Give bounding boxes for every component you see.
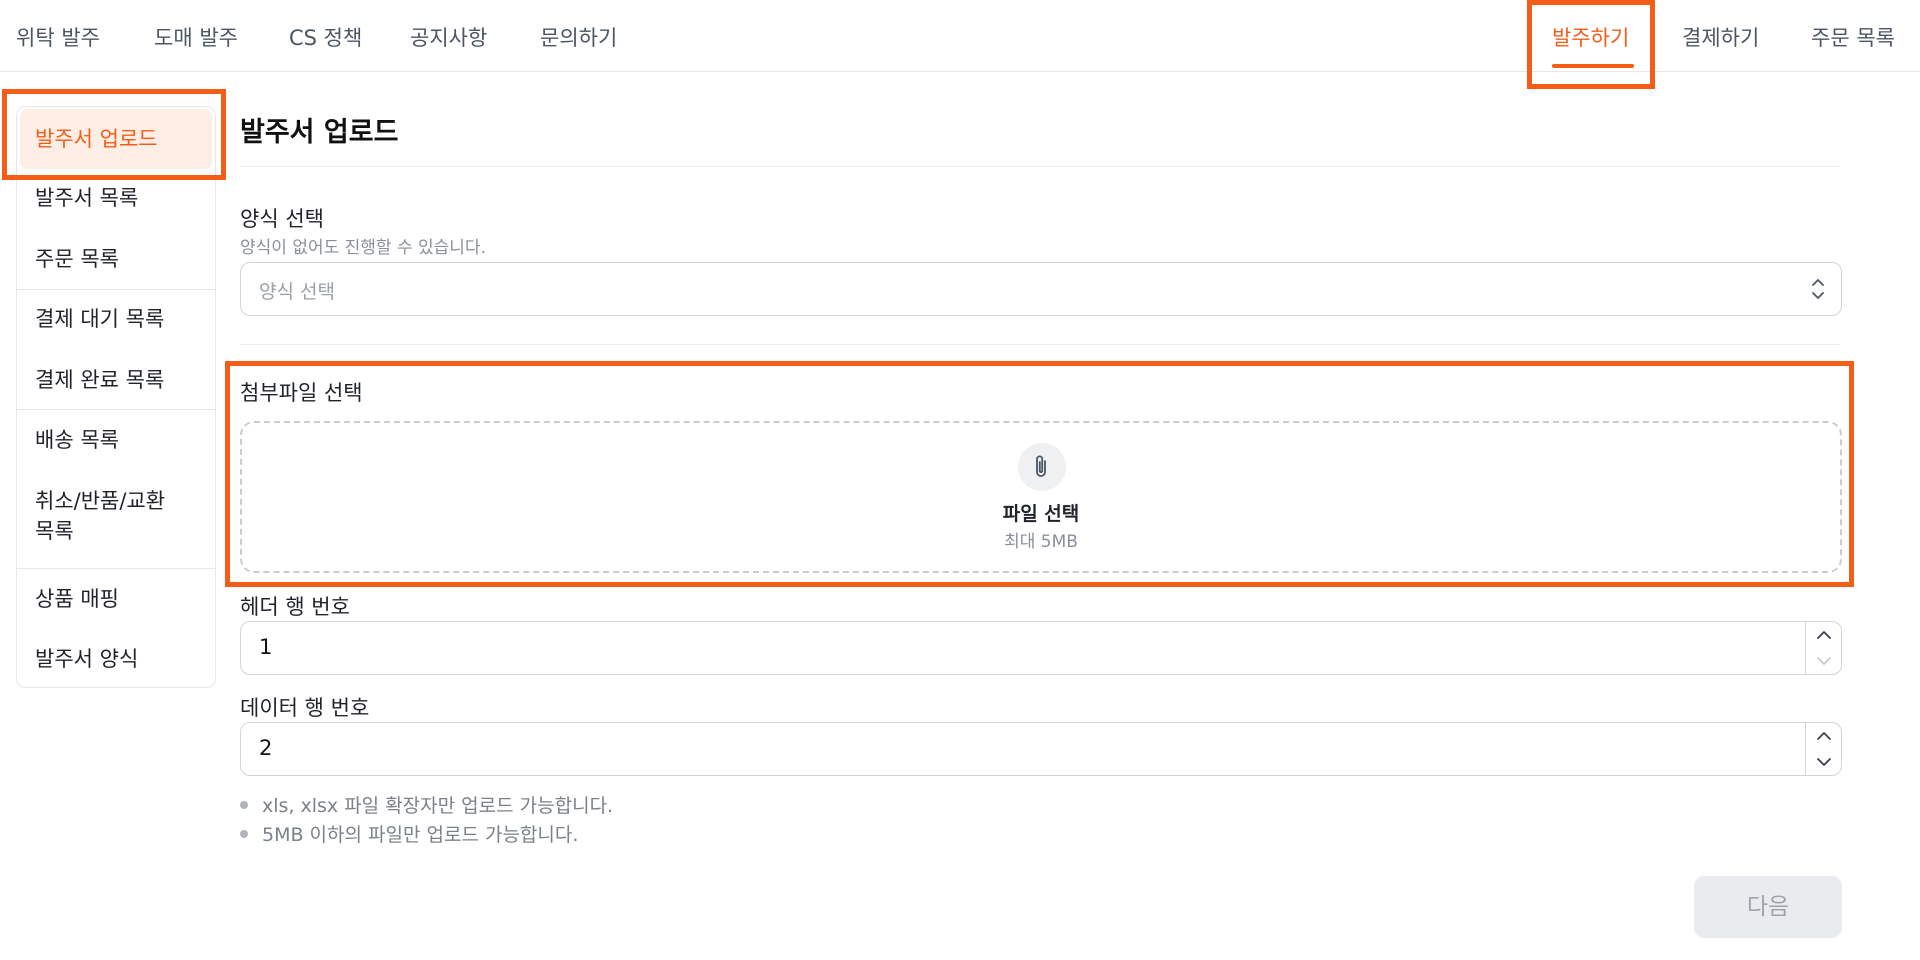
sidebar-divider [17,568,215,569]
nav-place-order[interactable]: 발주하기 [1552,22,1629,52]
paperclip-icon [1018,443,1066,491]
template-label: 양식 선택 [240,207,324,231]
nav-notice[interactable]: 공지사항 [410,22,487,52]
sidebar-item-label: 목록 [35,519,74,543]
note-extension: xls, xlsx 파일 확장자만 업로드 가능합니다. [240,791,613,818]
sidebar-item-payment-pending[interactable]: 결제 대기 목록 [17,304,215,334]
sidebar-item-orders[interactable]: 주문 목록 [17,244,215,274]
nav-payment[interactable]: 결제하기 [1682,22,1759,52]
sidebar-item-payment-complete[interactable]: 결제 완료 목록 [17,365,215,395]
active-tab-underline [1552,64,1634,68]
sidebar: 발주서 업로드 발주서 목록 주문 목록 결제 대기 목록 결제 완료 목록 배… [16,106,216,688]
sidebar-divider [17,289,215,290]
note-text: xls, xlsx 파일 확장자만 업로드 가능합니다. [262,795,614,817]
chevron-up-icon[interactable] [1814,626,1834,648]
header-row-value: 1 [259,635,273,659]
divider [240,344,1840,345]
header-row-input[interactable]: 1 [240,621,1842,675]
header-row-label: 헤더 행 번호 [240,595,350,619]
bullet-icon [240,800,248,809]
chevron-up-icon[interactable] [1814,727,1834,749]
data-row-stepper[interactable] [1805,723,1841,775]
note-size: 5MB 이하의 파일만 업로드 가능합니다. [240,820,578,847]
sidebar-item-order-template[interactable]: 발주서 양식 [17,644,215,674]
sidebar-item-label: 취소/반품/교환 [35,489,166,513]
attachment-label: 첨부파일 선택 [240,381,363,405]
sidebar-item-product-mapping[interactable]: 상품 매핑 [17,584,215,614]
bullet-icon [240,829,248,838]
template-select[interactable]: 양식 선택 [240,262,1842,316]
chevron-down-icon[interactable] [1814,652,1834,674]
data-row-input[interactable]: 2 [240,722,1842,776]
sidebar-item-shipping[interactable]: 배송 목록 [17,425,215,455]
nav-inquiry[interactable]: 문의하기 [540,22,617,52]
top-nav: 위탁 발주 도매 발주 CS 정책 공지사항 문의하기 발주하기 결제하기 주문… [0,0,1920,72]
chevron-up-down-icon [1811,276,1825,306]
chevron-down-icon[interactable] [1814,753,1834,775]
file-dropzone[interactable]: 파일 선택 최대 5MB [240,421,1842,573]
sidebar-divider [17,409,215,410]
template-hint: 양식이 없어도 진행할 수 있습니다. [240,238,486,258]
nav-order-list[interactable]: 주문 목록 [1811,22,1895,52]
template-select-placeholder: 양식 선택 [259,281,335,303]
header-row-stepper[interactable] [1805,622,1841,674]
note-text: 5MB 이하의 파일만 업로드 가능합니다. [262,824,579,846]
next-button[interactable]: 다음 [1694,876,1842,938]
divider [240,166,1840,167]
file-size-limit: 최대 5MB [1004,532,1078,552]
sidebar-item-order-upload[interactable]: 발주서 업로드 [20,109,212,169]
sidebar-item-order-list[interactable]: 발주서 목록 [17,183,215,213]
data-row-label: 데이터 행 번호 [240,696,370,720]
sidebar-item-cancel-return-exchange[interactable]: 취소/반품/교환 목록 [17,486,215,546]
nav-wholesale-order[interactable]: 도매 발주 [154,22,238,52]
data-row-value: 2 [259,736,273,760]
nav-consignment-order[interactable]: 위탁 발주 [16,22,100,52]
file-select-button[interactable]: 파일 선택 [242,499,1840,526]
nav-cs-policy[interactable]: CS 정책 [289,22,362,52]
page-title: 발주서 업로드 [240,117,399,148]
